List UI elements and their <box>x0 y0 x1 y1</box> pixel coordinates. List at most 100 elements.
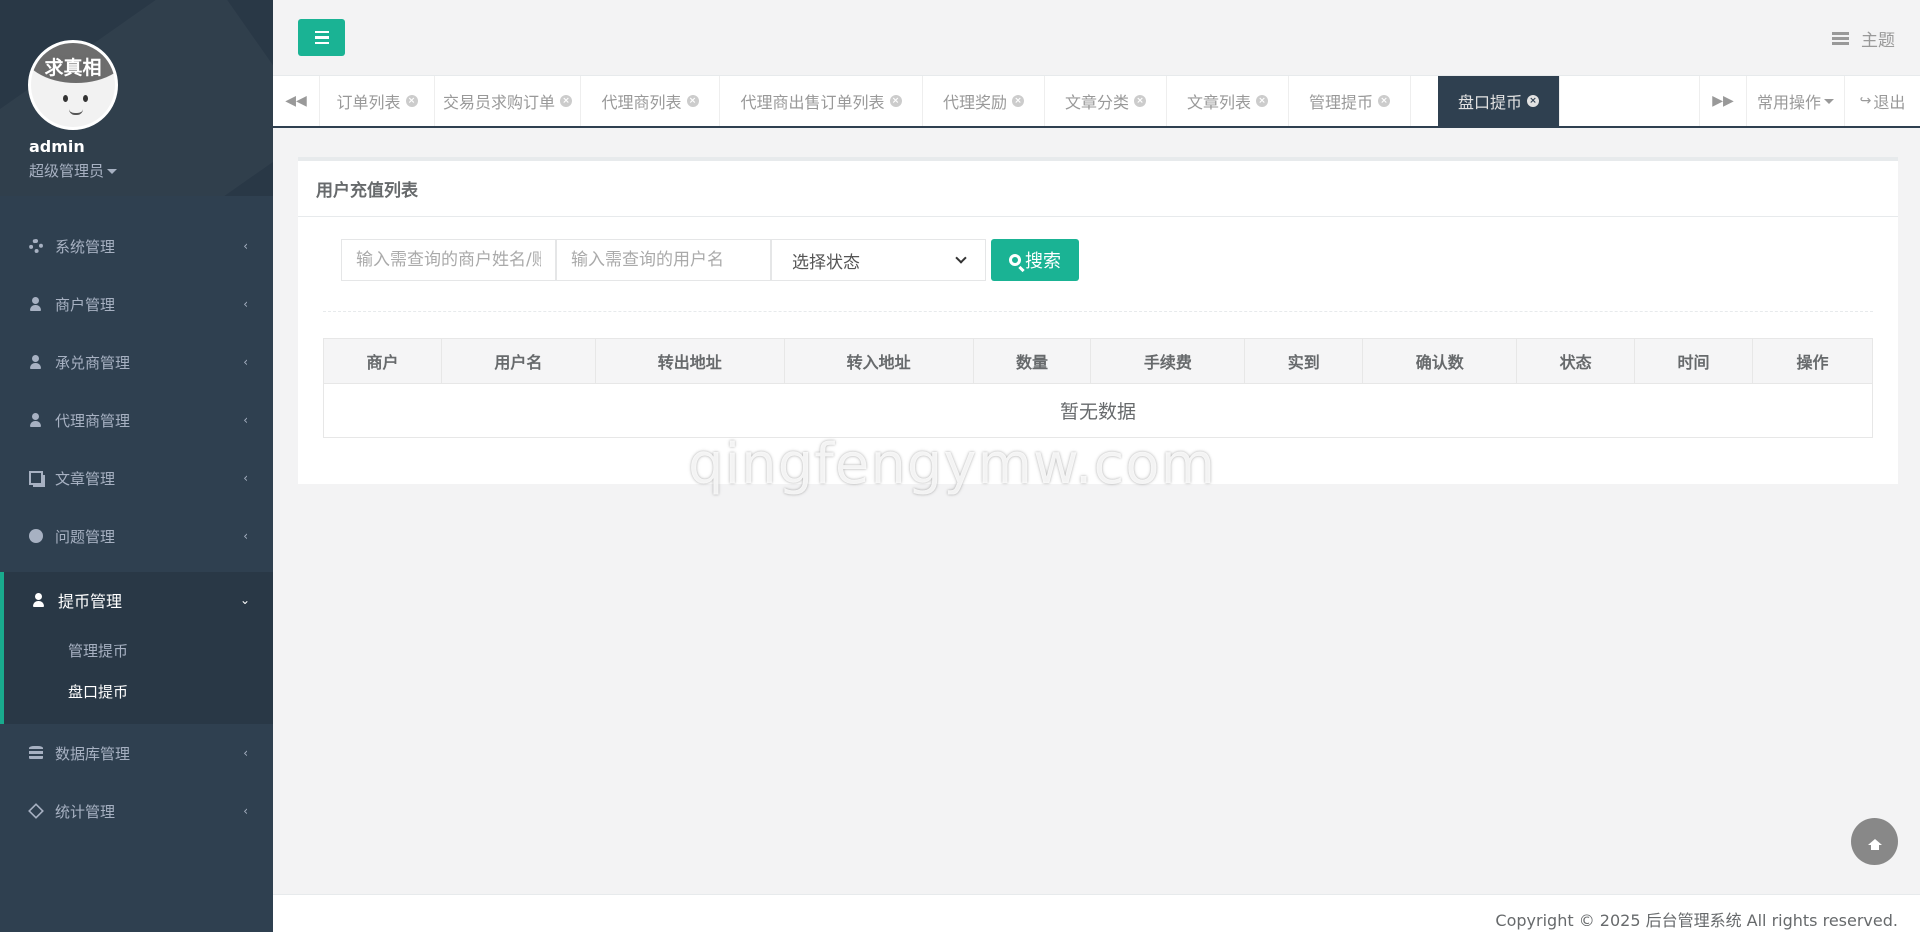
sidebar-item-agent[interactable]: 代理商管理 ‹ <box>0 391 273 449</box>
search-button[interactable]: 搜索 <box>991 239 1079 281</box>
caret-down-icon <box>1824 98 1834 104</box>
logout-button[interactable]: ↪ 退出 <box>1844 76 1920 126</box>
comment-icon <box>29 529 43 543</box>
column-header[interactable]: 确认数 <box>1362 338 1518 384</box>
page-title: 用户充值列表 <box>298 161 1898 217</box>
tab-label: 交易员求购订单 <box>442 93 555 112</box>
sidebar-item-label: 代理商管理 <box>55 411 131 430</box>
chevron-left-icon: ‹ <box>243 413 248 427</box>
profile-panel: 求真相 admin 超级管理员 <box>0 0 273 196</box>
column-header[interactable]: 数量 <box>972 338 1092 384</box>
column-header[interactable]: 实到 <box>1244 338 1364 384</box>
close-icon[interactable]: × <box>1378 95 1390 107</box>
watermark: qingfengymw.com <box>688 432 1217 497</box>
sidebar-item-label: 系统管理 <box>55 237 116 256</box>
close-icon[interactable]: × <box>686 95 699 107</box>
sidebar-item-label: 问题管理 <box>55 527 116 546</box>
chevron-down-icon: ⌄ <box>239 593 250 607</box>
avatar-text: 求真相 <box>44 57 102 79</box>
sidebar-item-label: 文章管理 <box>55 469 116 488</box>
tab-label: 代理奖励 <box>942 93 1007 112</box>
sidebar-item-label: 统计管理 <box>55 802 116 821</box>
close-icon[interactable]: × <box>1527 95 1539 107</box>
user-name: admin <box>29 137 85 156</box>
tab-label: 文章列表 <box>1186 93 1251 112</box>
sidebar-item-system[interactable]: 系统管理 ‹ <box>0 217 273 275</box>
chevron-left-icon: ‹ <box>243 804 248 818</box>
avatar[interactable]: 求真相 <box>28 40 118 130</box>
tab-label: 代理商出售订单列表 <box>740 93 885 112</box>
theme-icon <box>1832 32 1849 45</box>
chevron-down-icon <box>955 252 967 264</box>
menu-toggle-button[interactable] <box>298 19 345 56</box>
backward-icon: ◀◀ <box>285 93 307 109</box>
merchant-search-input[interactable] <box>341 239 556 281</box>
close-icon[interactable]: × <box>1012 95 1024 107</box>
tab-agent-reward[interactable]: 代理奖励 × <box>923 76 1045 126</box>
sidebar-item-question[interactable]: 问题管理 ‹ <box>0 507 273 565</box>
sidebar-item-label: 商户管理 <box>55 295 116 314</box>
chevron-left-icon: ‹ <box>243 297 248 311</box>
username-search-input[interactable] <box>556 239 771 281</box>
top-header: 主题 <box>273 0 1920 76</box>
tab-label: 文章分类 <box>1064 93 1129 112</box>
close-icon[interactable]: × <box>1256 95 1268 107</box>
sidebar-item-acceptor[interactable]: 承兑商管理 ‹ <box>0 333 273 391</box>
tab-trader-orders[interactable]: 交易员求购订单 × <box>435 76 581 126</box>
sidebar-item-label: 提币管理 <box>58 592 123 611</box>
column-header[interactable]: 用户名 <box>440 338 596 384</box>
close-icon[interactable]: × <box>405 95 418 107</box>
sidebar-item-database[interactable]: 数据库管理 ‹ <box>0 724 273 782</box>
tab-article-list[interactable]: 文章列表 × <box>1167 76 1289 126</box>
table-row: 暂无数据 <box>323 383 1873 438</box>
chevron-left-icon: ‹ <box>243 239 248 253</box>
home-button[interactable] <box>1851 818 1898 865</box>
user-icon <box>32 593 46 607</box>
sidebar-item-withdraw-toggle[interactable]: 提币管理 <box>32 572 122 628</box>
tab-agent-sell-orders[interactable]: 代理商出售订单列表 × <box>720 76 923 126</box>
tab-label: 代理商列表 <box>601 93 682 112</box>
column-header[interactable]: 状态 <box>1516 338 1636 384</box>
column-header[interactable]: 商户 <box>323 338 442 384</box>
search-form: 选择状态 搜索 <box>341 239 1079 281</box>
user-icon <box>29 413 43 427</box>
close-icon[interactable]: × <box>560 95 572 107</box>
data-table: 商户 用户名 转出地址 转入地址 数量 手续费 实到 确认数 状态 时间 操作 … <box>323 338 1873 438</box>
home-icon <box>1867 838 1882 850</box>
tab-order-list[interactable]: 订单列表 × <box>320 76 435 126</box>
divider <box>323 311 1873 312</box>
status-select[interactable]: 选择状态 <box>771 239 986 281</box>
column-header[interactable]: 时间 <box>1634 338 1753 384</box>
copyright-text: Copyright © 2025 后台管理系统 All rights reser… <box>1495 911 1898 930</box>
column-header[interactable]: 转出地址 <box>594 338 785 384</box>
sidebar-subitem-manage-withdraw[interactable]: 管理提币 <box>68 640 128 661</box>
sidebar-item-merchant[interactable]: 商户管理 ‹ <box>0 275 273 333</box>
tab-article-category[interactable]: 文章分类 × <box>1045 76 1167 126</box>
column-header[interactable]: 转入地址 <box>783 338 974 384</box>
copy-icon <box>29 471 43 485</box>
user-icon <box>29 297 43 311</box>
tabs-bar: ◀◀ 订单列表 × 交易员求购订单 × 代理商列表 × 代理商出售订单列表 × 代理奖励… <box>273 76 1920 128</box>
sign-out-icon: ↪ <box>1859 93 1872 109</box>
chevron-left-icon: ‹ <box>243 746 248 760</box>
common-ops-dropdown[interactable]: 常用操作 <box>1746 76 1844 126</box>
tab-agent-list[interactable]: 代理商列表 × <box>581 76 720 126</box>
caret-down-icon <box>107 169 118 174</box>
tab-manage-withdraw[interactable]: 管理提币 × <box>1289 76 1411 126</box>
footer: Copyright © 2025 后台管理系统 All rights reser… <box>273 894 1920 932</box>
tabs-scroll-left-button[interactable]: ◀◀ <box>273 76 320 126</box>
theme-button[interactable]: 主题 <box>1832 26 1895 51</box>
sidebar-item-article[interactable]: 文章管理 ‹ <box>0 449 273 507</box>
column-header[interactable]: 操作 <box>1752 338 1873 384</box>
sidebar-subitem-market-withdraw[interactable]: 盘口提币 <box>68 681 128 702</box>
tab-label: 订单列表 <box>336 93 401 112</box>
user-role-dropdown[interactable]: 超级管理员 <box>29 160 118 181</box>
sidebar-item-statistics[interactable]: 统计管理 ‹ <box>0 782 273 840</box>
column-header[interactable]: 手续费 <box>1090 338 1246 384</box>
tab-market-withdraw[interactable]: 盘口提币 × <box>1438 76 1560 126</box>
close-icon[interactable]: × <box>889 95 902 107</box>
tabs-scroll-right-button[interactable]: ▶▶ <box>1699 76 1746 126</box>
user-icon <box>29 355 43 369</box>
close-icon[interactable]: × <box>1134 95 1146 107</box>
tab-label: 管理提币 <box>1308 93 1373 112</box>
